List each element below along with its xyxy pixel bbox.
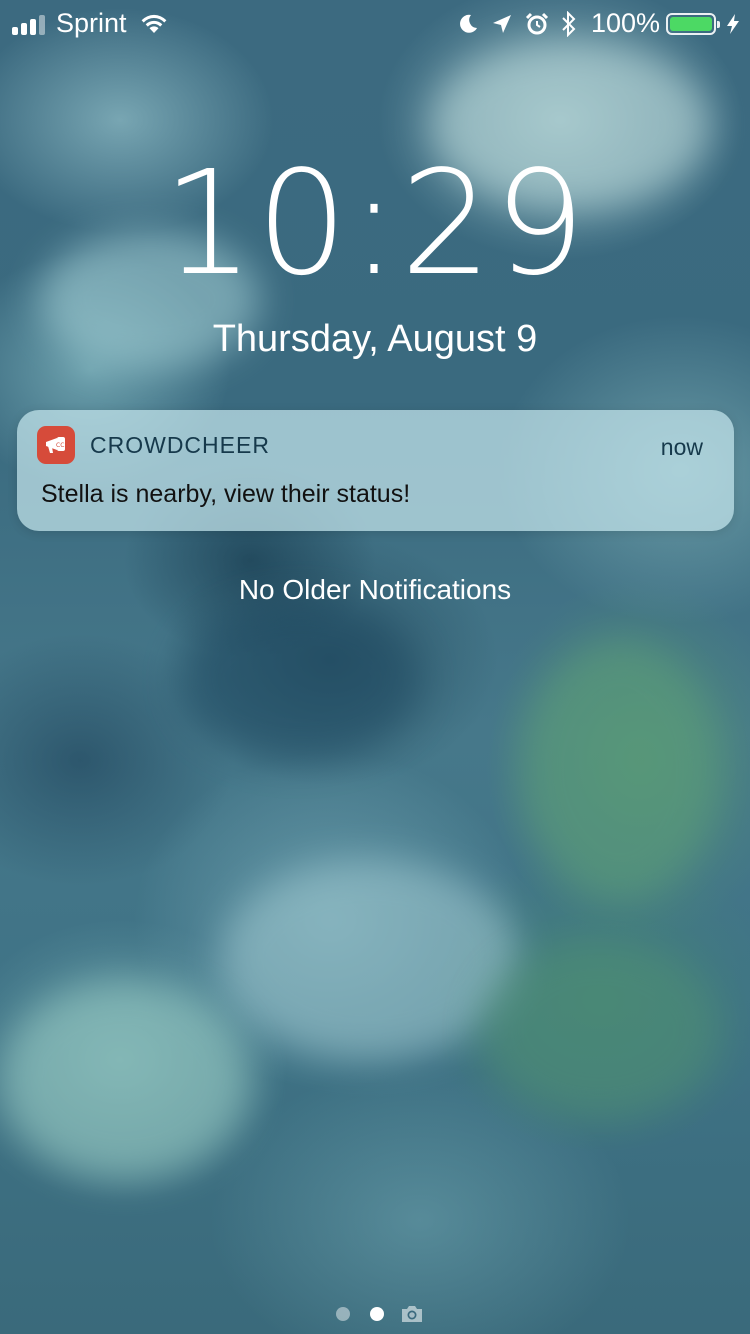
- battery-nub: [717, 20, 720, 28]
- bluetooth-icon: [562, 10, 576, 37]
- notification-time: now: [660, 434, 703, 460]
- status-bar-right: 100%: [445, 8, 740, 39]
- location-arrow-icon: [492, 14, 511, 33]
- charging-bolt-icon: [727, 13, 739, 34]
- notification-app-name: CROWDCHEER: [90, 432, 270, 458]
- notification-card[interactable]: CC CROWDCHEER now Stella is nearby, view…: [17, 410, 734, 531]
- wallpaper-smoke: [0, 980, 250, 1180]
- signal-icon: [12, 13, 48, 35]
- page-dot-active[interactable]: [370, 1307, 384, 1321]
- lock-screen-date: Thursday, August 9: [212, 318, 538, 360]
- page-dot[interactable]: [336, 1307, 350, 1321]
- svg-text:CC: CC: [56, 442, 64, 449]
- battery-icon: [666, 12, 720, 35]
- battery-fill: [670, 16, 712, 31]
- page-indicator: [0, 1302, 750, 1326]
- moon-icon: [459, 14, 477, 33]
- notification-body: Stella is nearby, view their status!: [41, 480, 411, 508]
- carrier-label: Sprint: [56, 8, 127, 38]
- status-bar-left: Sprint: [12, 8, 169, 39]
- wallpaper-smoke: [180, 600, 420, 760]
- wifi-icon: [141, 14, 166, 33]
- wallpaper-smoke: [520, 640, 720, 900]
- wallpaper-smoke: [220, 860, 520, 1060]
- megaphone-icon: CC: [37, 426, 75, 464]
- alarm-icon: [525, 12, 548, 34]
- lock-screen-time: 10:29: [162, 139, 588, 307]
- battery-percent: 100%: [590, 8, 660, 38]
- no-older-notifications-label: No Older Notifications: [238, 574, 512, 605]
- status-bar: Sprint 100%: [0, 0, 750, 50]
- camera-icon[interactable]: [400, 1304, 424, 1324]
- wallpaper-smoke: [480, 940, 720, 1120]
